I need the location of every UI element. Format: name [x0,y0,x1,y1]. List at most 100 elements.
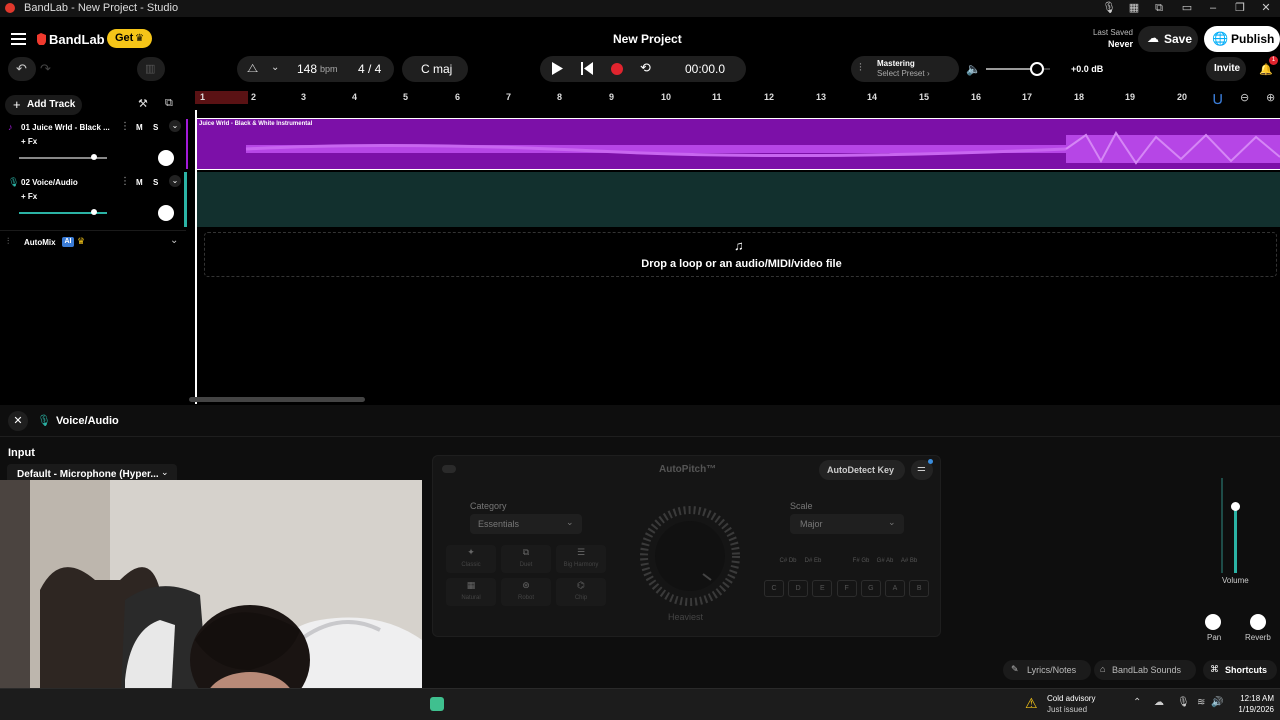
time-signature[interactable]: 4 / 4 [358,62,381,76]
tools-icon[interactable]: ⚒ [138,97,148,110]
track-2-solo-button[interactable]: S [153,178,158,187]
close-panel-icon[interactable]: ✕ [8,411,28,431]
magnet-icon[interactable]: ⋃ [1213,92,1222,105]
track-1-solo-button[interactable]: S [153,123,158,132]
clock-time[interactable]: 12:18 AM [1238,694,1274,703]
preset-duet[interactable]: ⧉ Duet [501,545,551,573]
timeline-ruler[interactable]: 1 2 3 4 5 6 7 8 9 10 11 12 13 14 15 16 17 18 19 20 ⋃ ⊖ ⊕ [195,89,1280,106]
preset-big-harmony[interactable]: ☰ Big Harmony [556,545,606,573]
loop-icon[interactable]: ⟲ [640,60,651,76]
taskbar-app-icon[interactable] [430,697,444,711]
tempo-control[interactable]: ⧍ ⌄ 148 bpm 4 / 4 [237,56,394,82]
playhead[interactable] [195,110,197,404]
weather-title[interactable]: Cold advisory [1047,694,1095,703]
pan-knob[interactable] [1205,614,1221,630]
autopitch-toggle[interactable] [442,465,456,473]
preset-natural[interactable]: ▦ Natural [446,578,496,606]
sharp-key-button[interactable]: D# Eb [803,554,823,571]
zoom-in-icon[interactable]: ⊕ [1266,91,1275,104]
track-1-name[interactable]: 01 Juice Wrld - Black ... [21,123,110,132]
master-volume-thumb[interactable] [1030,62,1045,76]
minimize-icon[interactable]: – [1206,1,1220,15]
track-header-2[interactable]: 🎙 02 Voice/Audio ⋮ M S ⌄ + Fx [0,172,186,227]
track-1-menu-icon[interactable]: ⋮ [120,121,130,132]
undo-button[interactable]: ↶ [8,57,36,81]
preset-robot[interactable]: ⊛ Robot [501,578,551,606]
chevron-down-icon[interactable]: ⌄ [271,62,279,73]
record-button[interactable] [611,63,623,75]
dock-icon[interactable]: ▭ [1180,1,1194,15]
track-1-pan-knob[interactable] [158,150,174,166]
skip-to-start-icon[interactable] [581,62,593,75]
strength-dial[interactable] [633,504,749,614]
warning-icon[interactable]: ⚠ [1025,695,1038,712]
share-icon[interactable]: ⧉ [1152,1,1166,15]
microphone-tray-icon[interactable]: 🎙 [1177,697,1190,708]
sharp-key-button[interactable]: G# Ab [875,554,895,571]
maximize-icon[interactable]: ❐ [1233,1,1247,15]
track-2-fx-button[interactable]: + Fx [21,192,37,201]
track-2-pan-knob[interactable] [158,205,174,221]
track-volume-thumb[interactable] [1231,502,1240,511]
reverb-knob[interactable] [1250,614,1266,630]
preset-chip[interactable]: ⌬ Chip [556,578,606,606]
track-volume-fader[interactable] [1234,505,1237,573]
natural-key-button[interactable]: E [812,580,833,597]
speaker-tray-icon[interactable]: 🔊 [1211,697,1223,708]
menu-icon[interactable] [11,33,26,45]
master-volume-slider[interactable] [986,62,1050,76]
natural-key-button[interactable]: D [788,580,809,597]
clock-date[interactable]: 1/19/2026 [1230,705,1274,714]
track-1-expand-icon[interactable]: ⌄ [169,120,181,132]
invite-button[interactable]: Invite [1206,57,1246,81]
track-2-expand-icon[interactable]: ⌄ [169,175,181,187]
automix-row[interactable]: ⫶ AutoMix AI ♛ ⌄ [0,230,186,252]
microphone-tray-icon[interactable]: 🎙 [1102,1,1116,15]
autodetect-key-button[interactable]: AutoDetect Key [819,460,905,480]
play-icon[interactable] [552,62,563,75]
get-premium-button[interactable]: Get ♛ [107,29,152,48]
zoom-out-icon[interactable]: ⊖ [1240,91,1249,104]
track-1-fx-button[interactable]: + Fx [21,137,37,146]
shortcuts-button[interactable]: ⌘ Shortcuts [1203,660,1277,680]
close-window-icon[interactable]: ✕ [1259,1,1273,15]
track-2-volume-thumb[interactable] [90,209,97,215]
instrument-keys-button[interactable]: ▥ [137,57,165,81]
track-1-volume-slider[interactable] [19,154,107,160]
project-title[interactable]: New Project [613,32,682,46]
publish-button[interactable]: 🌐 Publish [1204,26,1280,52]
save-button[interactable]: ☁ Save [1138,26,1198,52]
sharp-key-button[interactable]: C# Db [778,554,798,571]
cloud-icon[interactable]: ☁ [1154,697,1164,708]
scale-select[interactable]: Major ⌄ [790,514,904,534]
track-header-1[interactable]: ♪ 01 Juice Wrld - Black ... ⋮ M S ⌄ + Fx [0,117,186,171]
sharp-key-button[interactable]: F# Gb [851,554,871,571]
track-2-mute-button[interactable]: M [136,178,143,187]
track-1-mute-button[interactable]: M [136,123,143,132]
audio-track-2-lane[interactable] [196,172,1280,227]
autopitch-settings-button[interactable]: ⚌ [911,459,933,480]
horizontal-scrollbar[interactable] [189,397,365,402]
add-track-button[interactable]: + Add Track [5,95,82,115]
key-selector[interactable]: C maj [402,56,468,82]
audio-clip-1[interactable]: Juice Wrld - Black & White Instrumental [196,118,1280,170]
tray-chevron-icon[interactable]: ⌃ [1133,697,1141,708]
natural-key-button[interactable]: C [764,580,784,597]
speaker-icon[interactable]: 🔈 [966,62,981,76]
brand-name[interactable]: BandLab [49,32,105,47]
bandlab-sounds-button[interactable]: ⌂ BandLab Sounds [1094,660,1196,680]
preset-classic[interactable]: ✦ Classic [446,545,496,573]
bell-icon[interactable]: 🔔 [1259,63,1273,76]
chevron-down-icon[interactable]: ⌄ [170,235,178,246]
natural-key-button[interactable]: A [885,580,905,597]
track-2-name[interactable]: 02 Voice/Audio [21,178,78,187]
mastering-button[interactable]: ⫶ Mastering Select Preset › [851,56,959,82]
track-2-volume-slider[interactable] [19,209,107,215]
wifi-icon[interactable]: ≋ [1197,697,1205,708]
metronome-icon[interactable]: ⧍ [247,61,258,76]
calculator-icon[interactable]: ▦ [1127,1,1141,15]
sharp-key-button[interactable]: A# Bb [899,554,919,571]
lyrics-notes-button[interactable]: ✎ Lyrics/Notes [1003,660,1091,680]
bpm-value[interactable]: 148 [297,62,317,76]
natural-key-button[interactable]: G [860,580,881,597]
